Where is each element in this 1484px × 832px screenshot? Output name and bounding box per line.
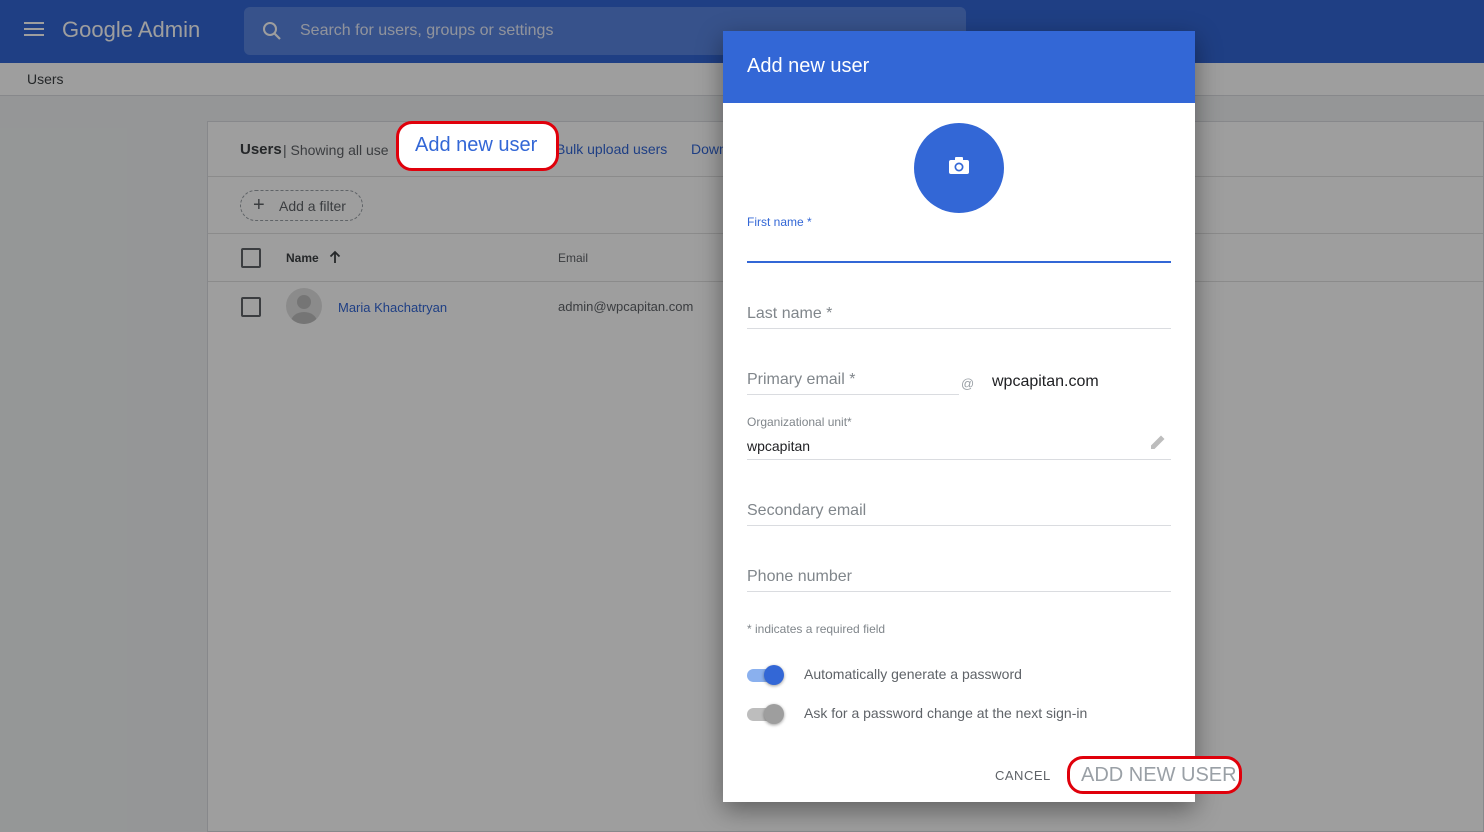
add-new-user-link[interactable]: Add new user — [396, 121, 559, 171]
org-unit-underline — [747, 459, 1171, 460]
cancel-button[interactable]: CANCEL — [995, 768, 1051, 783]
last-name-input[interactable] — [747, 301, 1171, 327]
dialog-header: Add new user — [723, 31, 1195, 103]
first-name-field: First name * — [747, 215, 1171, 263]
camera-icon — [949, 157, 969, 174]
secondary-email-field — [747, 498, 1171, 526]
add-user-dialog: Add new user First name * @ wpcapitan.co… — [723, 31, 1195, 802]
add-new-user-button[interactable]: ADD NEW USER — [1067, 756, 1242, 794]
first-name-label: First name * — [747, 215, 812, 229]
phone-field — [747, 564, 1171, 592]
secondary-email-underline — [747, 525, 1171, 526]
dialog-title: Add new user — [747, 55, 870, 77]
org-unit-value: wpcapitan — [747, 438, 811, 454]
first-name-underline — [747, 261, 1171, 263]
org-unit-label: Organizational unit* — [747, 415, 852, 429]
phone-underline — [747, 591, 1171, 592]
password-change-toggle[interactable] — [747, 704, 785, 724]
add-photo-button[interactable] — [914, 123, 1004, 213]
add-new-user-label: Add new user — [415, 134, 538, 156]
primary-email-field — [747, 367, 959, 395]
secondary-email-input[interactable] — [747, 498, 1171, 524]
last-name-field — [747, 301, 1171, 329]
toggle-knob — [764, 704, 784, 724]
last-name-underline — [747, 328, 1171, 329]
phone-input[interactable] — [747, 564, 1171, 590]
at-symbol: @ — [961, 376, 975, 391]
email-domain: wpcapitan.com — [992, 373, 1099, 390]
primary-email-underline — [747, 394, 959, 395]
required-field-note: * indicates a required field — [747, 622, 886, 636]
primary-email-input[interactable] — [747, 367, 959, 393]
toggle-knob — [764, 665, 784, 685]
auto-password-label: Automatically generate a password — [804, 666, 1022, 682]
first-name-input[interactable] — [747, 235, 1171, 261]
pencil-icon[interactable] — [1149, 433, 1167, 451]
auto-password-toggle[interactable] — [747, 665, 785, 685]
add-new-user-button-label: ADD NEW USER — [1081, 764, 1237, 786]
password-change-label: Ask for a password change at the next si… — [804, 705, 1088, 721]
